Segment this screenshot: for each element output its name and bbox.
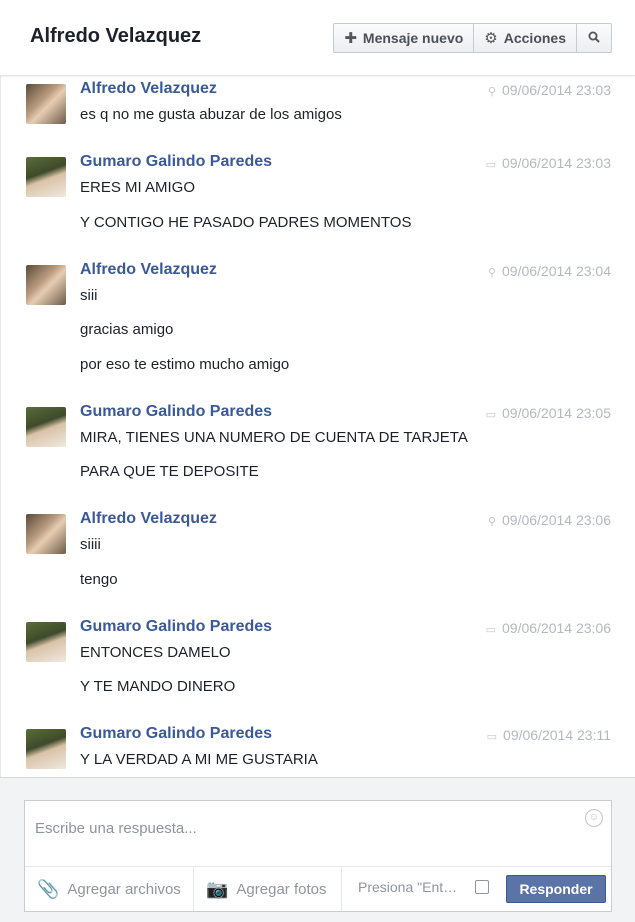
location-pin-icon: ⚲ <box>487 86 496 98</box>
message-timestamp: ⚲ 09/06/2014 23:06 <box>488 512 611 528</box>
message-timestamp: ⚲ 09/06/2014 23:03 <box>488 82 611 98</box>
avatar[interactable] <box>26 514 66 554</box>
message-timestamp: ▭ 09/06/2014 23:11 <box>487 727 611 743</box>
toolbar-divider <box>341 867 342 911</box>
toolbar-divider <box>193 867 194 911</box>
timestamp-text: 09/06/2014 23:05 <box>502 404 611 421</box>
conversation-header: Alfredo Velazquez ✚ Mensaje nuevo ⚙ Acci… <box>0 0 635 76</box>
message-timestamp: ▭ 09/06/2014 23:05 <box>486 405 611 421</box>
message-text: gracias amigo <box>80 321 174 338</box>
chat-bubble-icon: ▭ <box>486 731 498 743</box>
reply-input[interactable] <box>33 807 577 849</box>
reply-composer: ☺ 📎 Agregar archivos 📷 Agregar fotos Pre… <box>0 777 635 922</box>
enter-to-send-label: Presiona "Ent… <box>358 879 458 895</box>
new-message-button[interactable]: ✚ Mensaje nuevo <box>334 24 473 52</box>
avatar[interactable] <box>26 84 66 124</box>
paperclip-icon: 📎 <box>37 878 60 899</box>
new-message-label: Mensaje nuevo <box>362 30 464 46</box>
enter-to-send-checkbox[interactable] <box>475 880 489 894</box>
message-text: Y TE MANDO DINERO <box>80 678 236 695</box>
sender-name[interactable]: Alfredo Velazquez <box>80 261 217 279</box>
message-text: por eso te estimo mucho amigo <box>80 355 290 373</box>
avatar[interactable] <box>26 264 66 305</box>
message-thread[interactable]: Alfredo Velazquez ⚲ 09/06/2014 23:03 es q n… <box>0 76 635 777</box>
chat-bubble-icon: ▭ <box>485 623 496 636</box>
avatar[interactable] <box>26 621 66 662</box>
message-text: tengo <box>80 570 118 588</box>
sender-name[interactable]: Gumaro Galindo Paredes <box>80 403 272 421</box>
attach-files-button[interactable]: 📎 Agregar archivos <box>37 867 181 911</box>
message-timestamp: ▭ 09/06/2014 23:03 <box>486 155 611 171</box>
sender-name[interactable]: Gumaro Galindo Paredes <box>80 618 272 636</box>
message-timestamp: ▭ 09/06/2014 23:06 <box>486 620 611 636</box>
emoji-icon[interactable]: ☺ <box>585 809 603 827</box>
chat-bubble-icon: ▭ <box>485 408 496 421</box>
message-text: siii <box>80 286 98 304</box>
message-text: Y LA VERDAD A MI ME GUSTARIA <box>80 751 318 768</box>
avatar[interactable] <box>26 157 66 197</box>
message-timestamp: ⚲ 09/06/2014 23:04 <box>488 263 611 279</box>
message-text: es q no me gusta abuzar de los amigos <box>80 106 342 123</box>
location-pin-icon: ⚲ <box>487 266 496 279</box>
sender-name[interactable]: Alfredo Velazquez <box>80 510 217 528</box>
timestamp-text: 09/06/2014 23:11 <box>503 727 611 743</box>
message-text: ENTONCES DAMELO <box>80 643 231 661</box>
search-icon <box>588 30 600 46</box>
search-button[interactable] <box>576 24 611 52</box>
conversation-title: Alfredo Velazquez <box>30 25 202 47</box>
plus-icon: ✚ <box>344 30 357 47</box>
actions-button[interactable]: ⚙ Acciones <box>473 24 576 52</box>
actions-label: Acciones <box>503 30 566 46</box>
composer-toolbar: 📎 Agregar archivos 📷 Agregar fotos Presi… <box>25 866 611 911</box>
reply-button[interactable]: Responder <box>506 875 606 903</box>
timestamp-text: 09/06/2014 23:03 <box>502 82 611 98</box>
message-text: ERES MI AMIGO <box>80 179 196 196</box>
avatar[interactable] <box>26 729 66 769</box>
avatar[interactable] <box>26 406 66 447</box>
message-text: siiii <box>80 536 101 553</box>
sender-name[interactable]: Gumaro Galindo Paredes <box>80 153 272 171</box>
message-text: PARA QUE TE DEPOSITE <box>80 463 259 480</box>
location-pin-icon: ⚲ <box>487 516 496 528</box>
message-text: MIRA, TIENES UNA NUMERO DE CUENTA DE TAR… <box>80 428 468 446</box>
gear-icon: ⚙ <box>484 30 498 47</box>
chat-bubble-icon: ▭ <box>485 159 496 171</box>
header-actions: ✚ Mensaje nuevo ⚙ Acciones <box>333 23 612 53</box>
timestamp-text: 09/06/2014 23:06 <box>502 512 611 528</box>
timestamp-text: 09/06/2014 23:06 <box>502 619 611 636</box>
reply-box: ☺ 📎 Agregar archivos 📷 Agregar fotos Pre… <box>24 800 612 912</box>
attach-files-label: Agregar archivos <box>67 880 181 898</box>
add-photos-button[interactable]: 📷 Agregar fotos <box>206 867 326 911</box>
sender-name[interactable]: Alfredo Velazquez <box>80 80 217 98</box>
camera-icon: 📷 <box>206 878 229 899</box>
timestamp-text: 09/06/2014 23:04 <box>502 262 611 279</box>
timestamp-text: 09/06/2014 23:03 <box>502 155 611 171</box>
sender-name[interactable]: Gumaro Galindo Paredes <box>80 725 272 743</box>
message-text: Y CONTIGO HE PASADO PADRES MOMENTOS <box>80 213 412 231</box>
add-photos-label: Agregar fotos <box>236 880 327 898</box>
